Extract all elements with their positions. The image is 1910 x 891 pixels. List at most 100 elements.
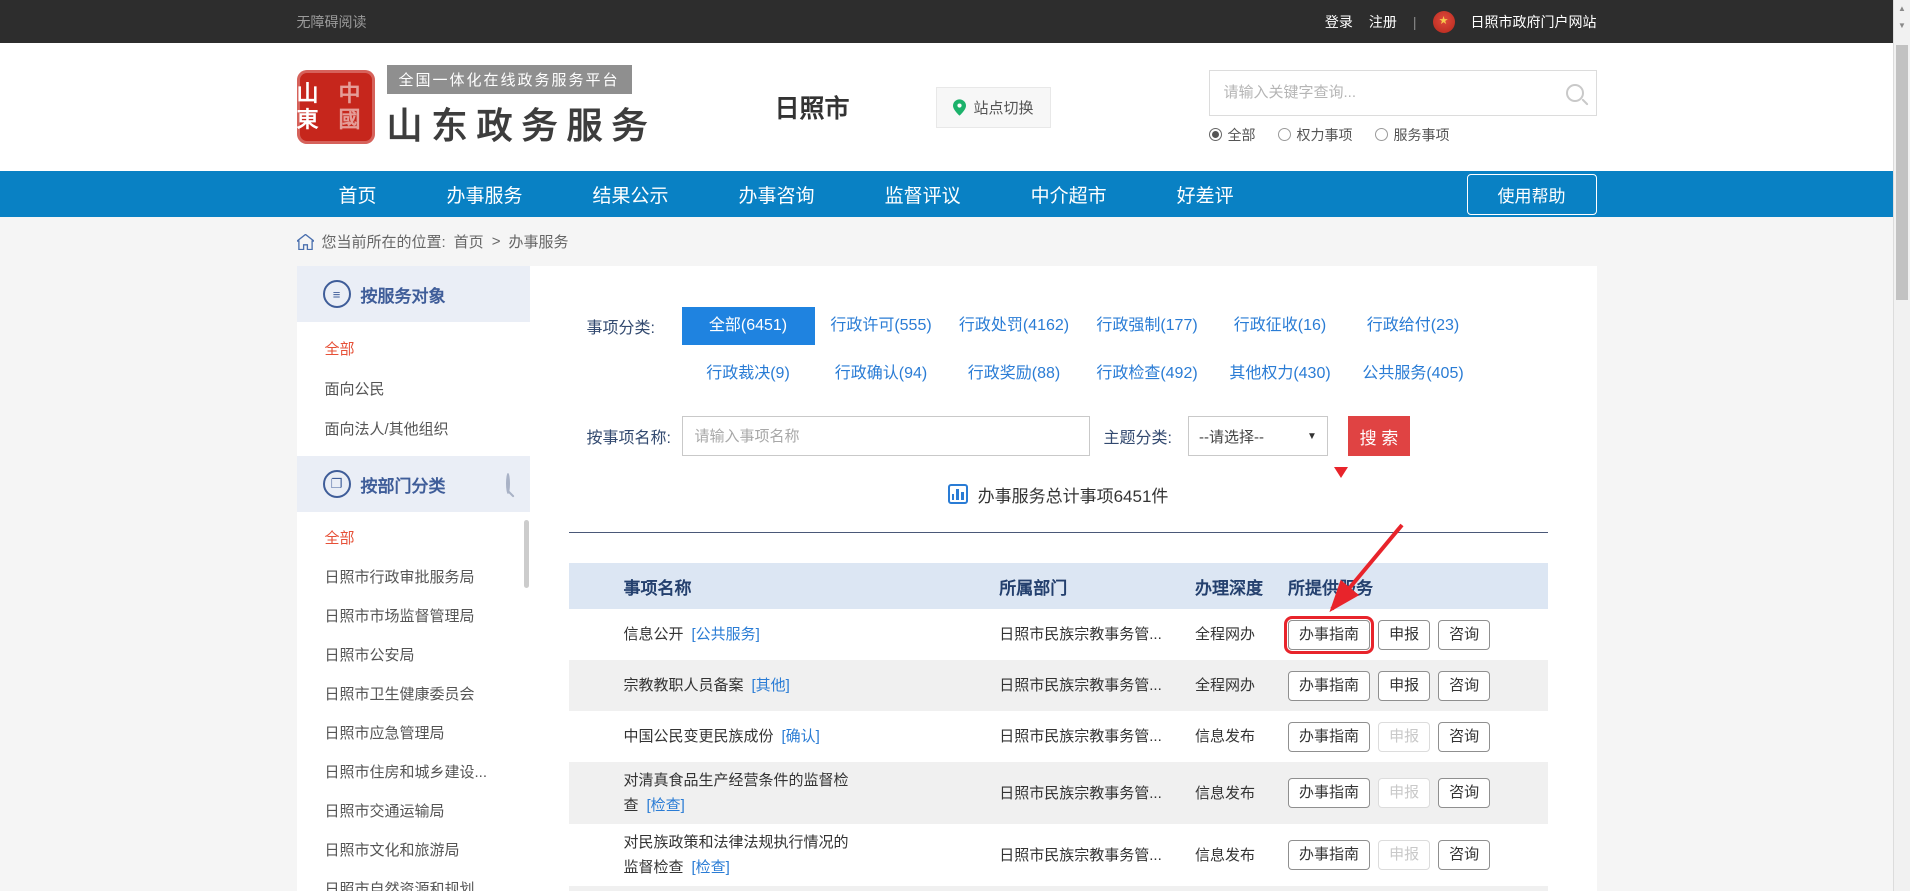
- service-buttons: 办事指南申报咨询: [1288, 671, 1547, 701]
- item-depth: 全程网办: [1195, 673, 1288, 698]
- site-switch-button[interactable]: 站点切换: [936, 87, 1051, 128]
- search-scope-label: 权力事项: [1297, 125, 1353, 145]
- service-button[interactable]: 咨询: [1438, 671, 1490, 701]
- sidebar-scrollbar-thumb[interactable]: [524, 520, 529, 588]
- item-name[interactable]: 中国公民变更民族成份: [624, 728, 774, 745]
- breadcrumb-current[interactable]: 办事服务: [508, 231, 568, 252]
- item-tag-link[interactable]: [确认]: [782, 728, 820, 745]
- nav-item[interactable]: 首页: [339, 181, 377, 208]
- category-chip[interactable]: 行政给付(23): [1347, 307, 1480, 345]
- service-button[interactable]: 申报: [1378, 722, 1430, 752]
- search-button[interactable]: 搜 索: [1348, 416, 1410, 456]
- login-link[interactable]: 登录: [1325, 12, 1353, 32]
- service-button[interactable]: 申报: [1378, 778, 1430, 808]
- table-row: 中国公民变更民族成份[确认] 日照市民族宗教事务管... 信息发布 办事指南申报…: [569, 711, 1548, 762]
- seal-text-primary: 山東: [297, 81, 333, 134]
- register-link[interactable]: 注册: [1369, 12, 1397, 32]
- service-button[interactable]: 咨询: [1438, 778, 1490, 808]
- service-button[interactable]: 办事指南: [1288, 722, 1370, 752]
- keyword-search-box[interactable]: [1209, 70, 1597, 116]
- item-tag-link[interactable]: [公共服务]: [692, 626, 760, 643]
- category-chip[interactable]: 其他权力(430): [1214, 355, 1347, 393]
- sidebar-item[interactable]: 日照市交通运输局: [297, 791, 530, 830]
- item-name[interactable]: 宗教教职人员备案: [624, 677, 744, 694]
- table-header: 事项名称 所属部门 办理深度 所提供服务: [569, 563, 1548, 609]
- portal-link[interactable]: 日照市政府门户网站: [1471, 12, 1597, 32]
- item-name[interactable]: 信息公开: [624, 626, 684, 643]
- accessibility-link[interactable]: 无障碍阅读: [297, 12, 367, 32]
- scrollbar-thumb[interactable]: [1896, 45, 1908, 300]
- nav-items: 首页 办事服务 结果公示 办事咨询 监督评议 中介超市 好差评: [339, 181, 1304, 208]
- item-tag-link[interactable]: [检查]: [647, 797, 685, 814]
- sidebar-section-title: 按部门分类: [361, 472, 446, 497]
- sidebar-item[interactable]: 日照市文化和旅游局: [297, 830, 530, 869]
- nav-item[interactable]: 好差评: [1177, 181, 1234, 208]
- help-button[interactable]: 使用帮助: [1467, 174, 1597, 215]
- service-button[interactable]: 办事指南: [1288, 620, 1370, 650]
- sidebar-item[interactable]: 日照市市场监督管理局: [297, 596, 530, 635]
- breadcrumb-home[interactable]: 首页: [454, 231, 484, 252]
- item-name-input[interactable]: [682, 416, 1090, 456]
- sidebar-item[interactable]: 面向公民: [297, 368, 530, 408]
- service-button[interactable]: 申报: [1378, 671, 1430, 701]
- service-button[interactable]: 办事指南: [1288, 671, 1370, 701]
- item-tag-link[interactable]: [其他]: [752, 677, 790, 694]
- sidebar-item[interactable]: 日照市应急管理局: [297, 713, 530, 752]
- service-button[interactable]: 申报: [1378, 620, 1430, 650]
- search-icon[interactable]: [1566, 84, 1584, 102]
- department-search-icon[interactable]: [506, 475, 510, 493]
- category-chip[interactable]: 公共服务(405): [1347, 355, 1480, 393]
- city-name: 日照市: [775, 89, 850, 125]
- topic-select[interactable]: --请选择-- ▼: [1188, 416, 1328, 456]
- sidebar-item[interactable]: 全部: [297, 328, 530, 368]
- category-chip[interactable]: 行政许可(555): [815, 307, 948, 345]
- item-name[interactable]: 对民族政策和法律法规执行情况的监督检查: [624, 834, 849, 876]
- nav-item[interactable]: 中介超市: [1031, 181, 1107, 208]
- platform-tag: 全国一体化在线政务服务平台: [387, 65, 632, 94]
- sidebar-item[interactable]: 全部: [297, 518, 530, 557]
- department-list: 全部日照市行政审批服务局日照市市场监督管理局日照市公安局日照市卫生健康委员会日照…: [297, 512, 530, 891]
- location-pin-icon: [953, 99, 966, 116]
- search-scope-radio[interactable]: 服务事项: [1375, 125, 1450, 145]
- nav-item[interactable]: 办事咨询: [739, 181, 815, 208]
- radio-icon[interactable]: [1209, 128, 1222, 141]
- nav-item[interactable]: 办事服务: [447, 181, 523, 208]
- search-scope-group: 全部 权力事项 服务事项: [1209, 125, 1597, 145]
- nav-item[interactable]: 结果公示: [593, 181, 669, 208]
- service-target-list: 全部面向公民面向法人/其他组织: [297, 322, 530, 456]
- search-scope-radio[interactable]: 全部: [1209, 125, 1256, 145]
- site-logo[interactable]: 山東 中國 全国一体化在线政务服务平台 山东政务服务: [297, 65, 657, 149]
- service-button[interactable]: 咨询: [1438, 722, 1490, 752]
- sidebar-section-service-target: ≡ 按服务对象: [297, 266, 530, 322]
- sidebar-item[interactable]: 日照市自然资源和规划...: [297, 869, 530, 891]
- breadcrumb-bar: 您当前所在的位置: 首页 > 办事服务: [0, 217, 1893, 266]
- breadcrumb-separator: >: [492, 233, 501, 250]
- category-chip[interactable]: 行政裁决(9): [682, 355, 815, 393]
- service-button[interactable]: 办事指南: [1288, 778, 1370, 808]
- category-chip[interactable]: 行政处罚(4162): [948, 307, 1081, 345]
- category-chip[interactable]: 行政奖励(88): [948, 355, 1081, 393]
- search-scope-radio[interactable]: 权力事项: [1278, 125, 1353, 145]
- nav-item[interactable]: 监督评议: [885, 181, 961, 208]
- sidebar-item[interactable]: 日照市行政审批服务局: [297, 557, 530, 596]
- category-chip[interactable]: 行政检查(492): [1081, 355, 1214, 393]
- scrollbar-down-icon[interactable]: [1894, 17, 1910, 34]
- sidebar-item[interactable]: 日照市卫生健康委员会: [297, 674, 530, 713]
- sidebar-item[interactable]: 日照市公安局: [297, 635, 530, 674]
- service-button[interactable]: 咨询: [1438, 620, 1490, 650]
- radio-icon[interactable]: [1375, 128, 1388, 141]
- category-chip[interactable]: 行政强制(177): [1081, 307, 1214, 345]
- service-button[interactable]: 申报: [1378, 840, 1430, 870]
- keyword-search-input[interactable]: [1222, 83, 1566, 102]
- category-chip[interactable]: 行政确认(94): [815, 355, 948, 393]
- sidebar-item[interactable]: 日照市住房和城乡建设...: [297, 752, 530, 791]
- sidebar-item[interactable]: 面向法人/其他组织: [297, 408, 530, 448]
- browser-scrollbar[interactable]: [1893, 0, 1910, 891]
- category-chip[interactable]: 行政征收(16): [1214, 307, 1347, 345]
- service-button[interactable]: 办事指南: [1288, 840, 1370, 870]
- radio-icon[interactable]: [1278, 128, 1291, 141]
- service-button[interactable]: 咨询: [1438, 840, 1490, 870]
- item-tag-link[interactable]: [检查]: [692, 859, 730, 876]
- scrollbar-up-icon[interactable]: [1894, 0, 1910, 17]
- category-chip[interactable]: 全部(6451): [682, 307, 815, 345]
